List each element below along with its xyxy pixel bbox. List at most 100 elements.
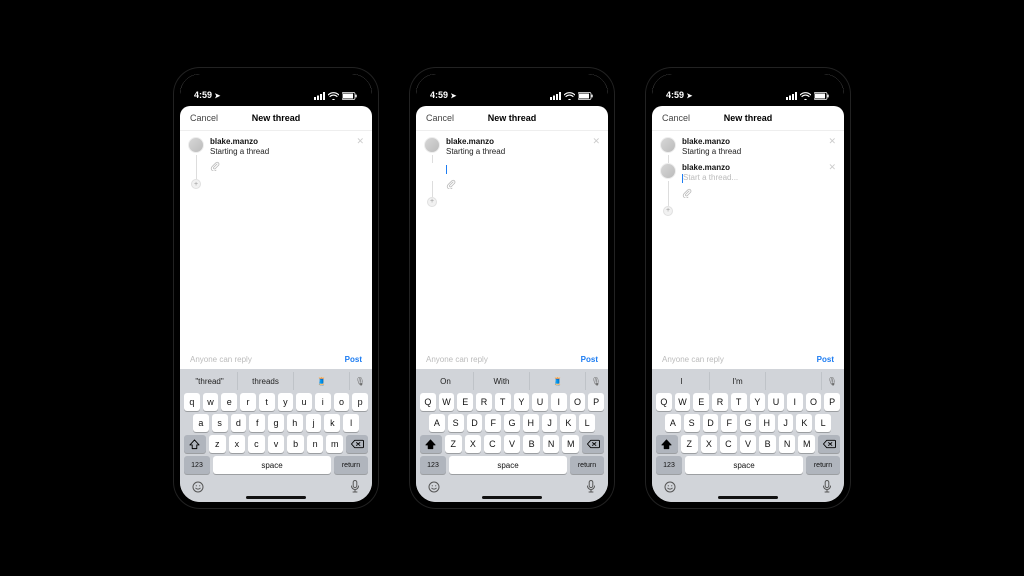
key-g[interactable]: g xyxy=(268,414,284,432)
suggestion-mic-icon[interactable]: 🎙 xyxy=(822,372,842,390)
emoji-icon[interactable] xyxy=(428,480,440,498)
key-x[interactable]: x xyxy=(229,435,246,453)
key-y[interactable]: Y xyxy=(514,393,530,411)
reply-scope[interactable]: Anyone can reply xyxy=(662,355,724,364)
numeric-key[interactable]: 123 xyxy=(420,456,446,474)
key-h[interactable]: h xyxy=(287,414,303,432)
add-thread-button[interactable]: + xyxy=(663,206,673,216)
shift-key[interactable] xyxy=(420,435,442,453)
reply-scope[interactable]: Anyone can reply xyxy=(190,355,252,364)
key-t[interactable]: T xyxy=(495,393,511,411)
post-button[interactable]: Post xyxy=(581,355,598,364)
suggestion-emoji[interactable]: 🧵 xyxy=(294,372,350,390)
key-f[interactable]: F xyxy=(485,414,501,432)
add-thread-button[interactable]: + xyxy=(191,179,201,189)
key-p[interactable]: P xyxy=(588,393,604,411)
home-indicator[interactable] xyxy=(482,496,542,499)
key-w[interactable]: w xyxy=(203,393,219,411)
post-button[interactable]: Post xyxy=(817,355,834,364)
key-l[interactable]: L xyxy=(579,414,595,432)
key-d[interactable]: d xyxy=(231,414,247,432)
home-indicator[interactable] xyxy=(246,496,306,499)
key-v[interactable]: v xyxy=(268,435,285,453)
key-k[interactable]: K xyxy=(560,414,576,432)
key-s[interactable]: s xyxy=(212,414,228,432)
key-k[interactable]: K xyxy=(796,414,812,432)
shift-key[interactable] xyxy=(656,435,678,453)
attach-icon[interactable] xyxy=(210,161,364,173)
key-n[interactable]: n xyxy=(307,435,324,453)
close-icon[interactable]: ✕ xyxy=(828,137,836,146)
cancel-button[interactable]: Cancel xyxy=(426,113,454,123)
key-u[interactable]: u xyxy=(296,393,312,411)
close-icon[interactable]: ✕ xyxy=(828,163,836,172)
key-h[interactable]: H xyxy=(523,414,539,432)
key-o[interactable]: O xyxy=(570,393,586,411)
key-q[interactable]: Q xyxy=(656,393,672,411)
key-e[interactable]: E xyxy=(693,393,709,411)
key-c[interactable]: C xyxy=(720,435,737,453)
key-i[interactable]: I xyxy=(551,393,567,411)
key-l[interactable]: l xyxy=(343,414,359,432)
close-icon[interactable]: ✕ xyxy=(356,137,364,146)
backspace-key[interactable] xyxy=(818,435,840,453)
cancel-button[interactable]: Cancel xyxy=(190,113,218,123)
key-g[interactable]: G xyxy=(740,414,756,432)
dictation-icon[interactable] xyxy=(586,480,596,498)
key-j[interactable]: J xyxy=(778,414,794,432)
key-c[interactable]: c xyxy=(248,435,265,453)
key-p[interactable]: p xyxy=(352,393,368,411)
key-r[interactable]: r xyxy=(240,393,256,411)
numeric-key[interactable]: 123 xyxy=(656,456,682,474)
key-j[interactable]: j xyxy=(306,414,322,432)
key-w[interactable]: W xyxy=(439,393,455,411)
key-v[interactable]: V xyxy=(740,435,757,453)
space-key[interactable]: space xyxy=(213,456,331,474)
post-text[interactable] xyxy=(446,164,600,174)
dictation-icon[interactable] xyxy=(350,480,360,498)
key-r[interactable]: R xyxy=(476,393,492,411)
return-key[interactable]: return xyxy=(334,456,368,474)
suggestion[interactable]: threads xyxy=(238,372,294,390)
home-indicator[interactable] xyxy=(718,496,778,499)
suggestion[interactable]: I xyxy=(654,372,710,390)
reply-scope[interactable]: Anyone can reply xyxy=(426,355,488,364)
key-v[interactable]: V xyxy=(504,435,521,453)
key-e[interactable]: E xyxy=(457,393,473,411)
post-placeholder[interactable]: Start a thread... xyxy=(682,173,836,183)
space-key[interactable]: space xyxy=(449,456,567,474)
key-b[interactable]: b xyxy=(287,435,304,453)
key-a[interactable]: A xyxy=(665,414,681,432)
key-s[interactable]: S xyxy=(684,414,700,432)
dictation-icon[interactable] xyxy=(822,480,832,498)
key-m[interactable]: M xyxy=(798,435,815,453)
key-d[interactable]: D xyxy=(467,414,483,432)
suggestion-mic-icon[interactable]: 🎙 xyxy=(586,372,606,390)
key-o[interactable]: O xyxy=(806,393,822,411)
key-z[interactable]: Z xyxy=(445,435,462,453)
key-t[interactable]: t xyxy=(259,393,275,411)
cancel-button[interactable]: Cancel xyxy=(662,113,690,123)
key-m[interactable]: m xyxy=(326,435,343,453)
emoji-icon[interactable] xyxy=(664,480,676,498)
emoji-icon[interactable] xyxy=(192,480,204,498)
key-z[interactable]: Z xyxy=(681,435,698,453)
key-b[interactable]: B xyxy=(523,435,540,453)
key-y[interactable]: y xyxy=(278,393,294,411)
key-n[interactable]: N xyxy=(543,435,560,453)
key-q[interactable]: Q xyxy=(420,393,436,411)
post-text[interactable]: Starting a thread xyxy=(682,147,836,157)
key-y[interactable]: Y xyxy=(750,393,766,411)
return-key[interactable]: return xyxy=(570,456,604,474)
suggestion[interactable]: With xyxy=(474,372,530,390)
key-t[interactable]: T xyxy=(731,393,747,411)
return-key[interactable]: return xyxy=(806,456,840,474)
numeric-key[interactable]: 123 xyxy=(184,456,210,474)
post-button[interactable]: Post xyxy=(345,355,362,364)
suggestion[interactable]: I'm xyxy=(710,372,766,390)
key-q[interactable]: q xyxy=(184,393,200,411)
key-o[interactable]: o xyxy=(334,393,350,411)
space-key[interactable]: space xyxy=(685,456,803,474)
key-a[interactable]: a xyxy=(193,414,209,432)
close-icon[interactable]: ✕ xyxy=(592,137,600,146)
